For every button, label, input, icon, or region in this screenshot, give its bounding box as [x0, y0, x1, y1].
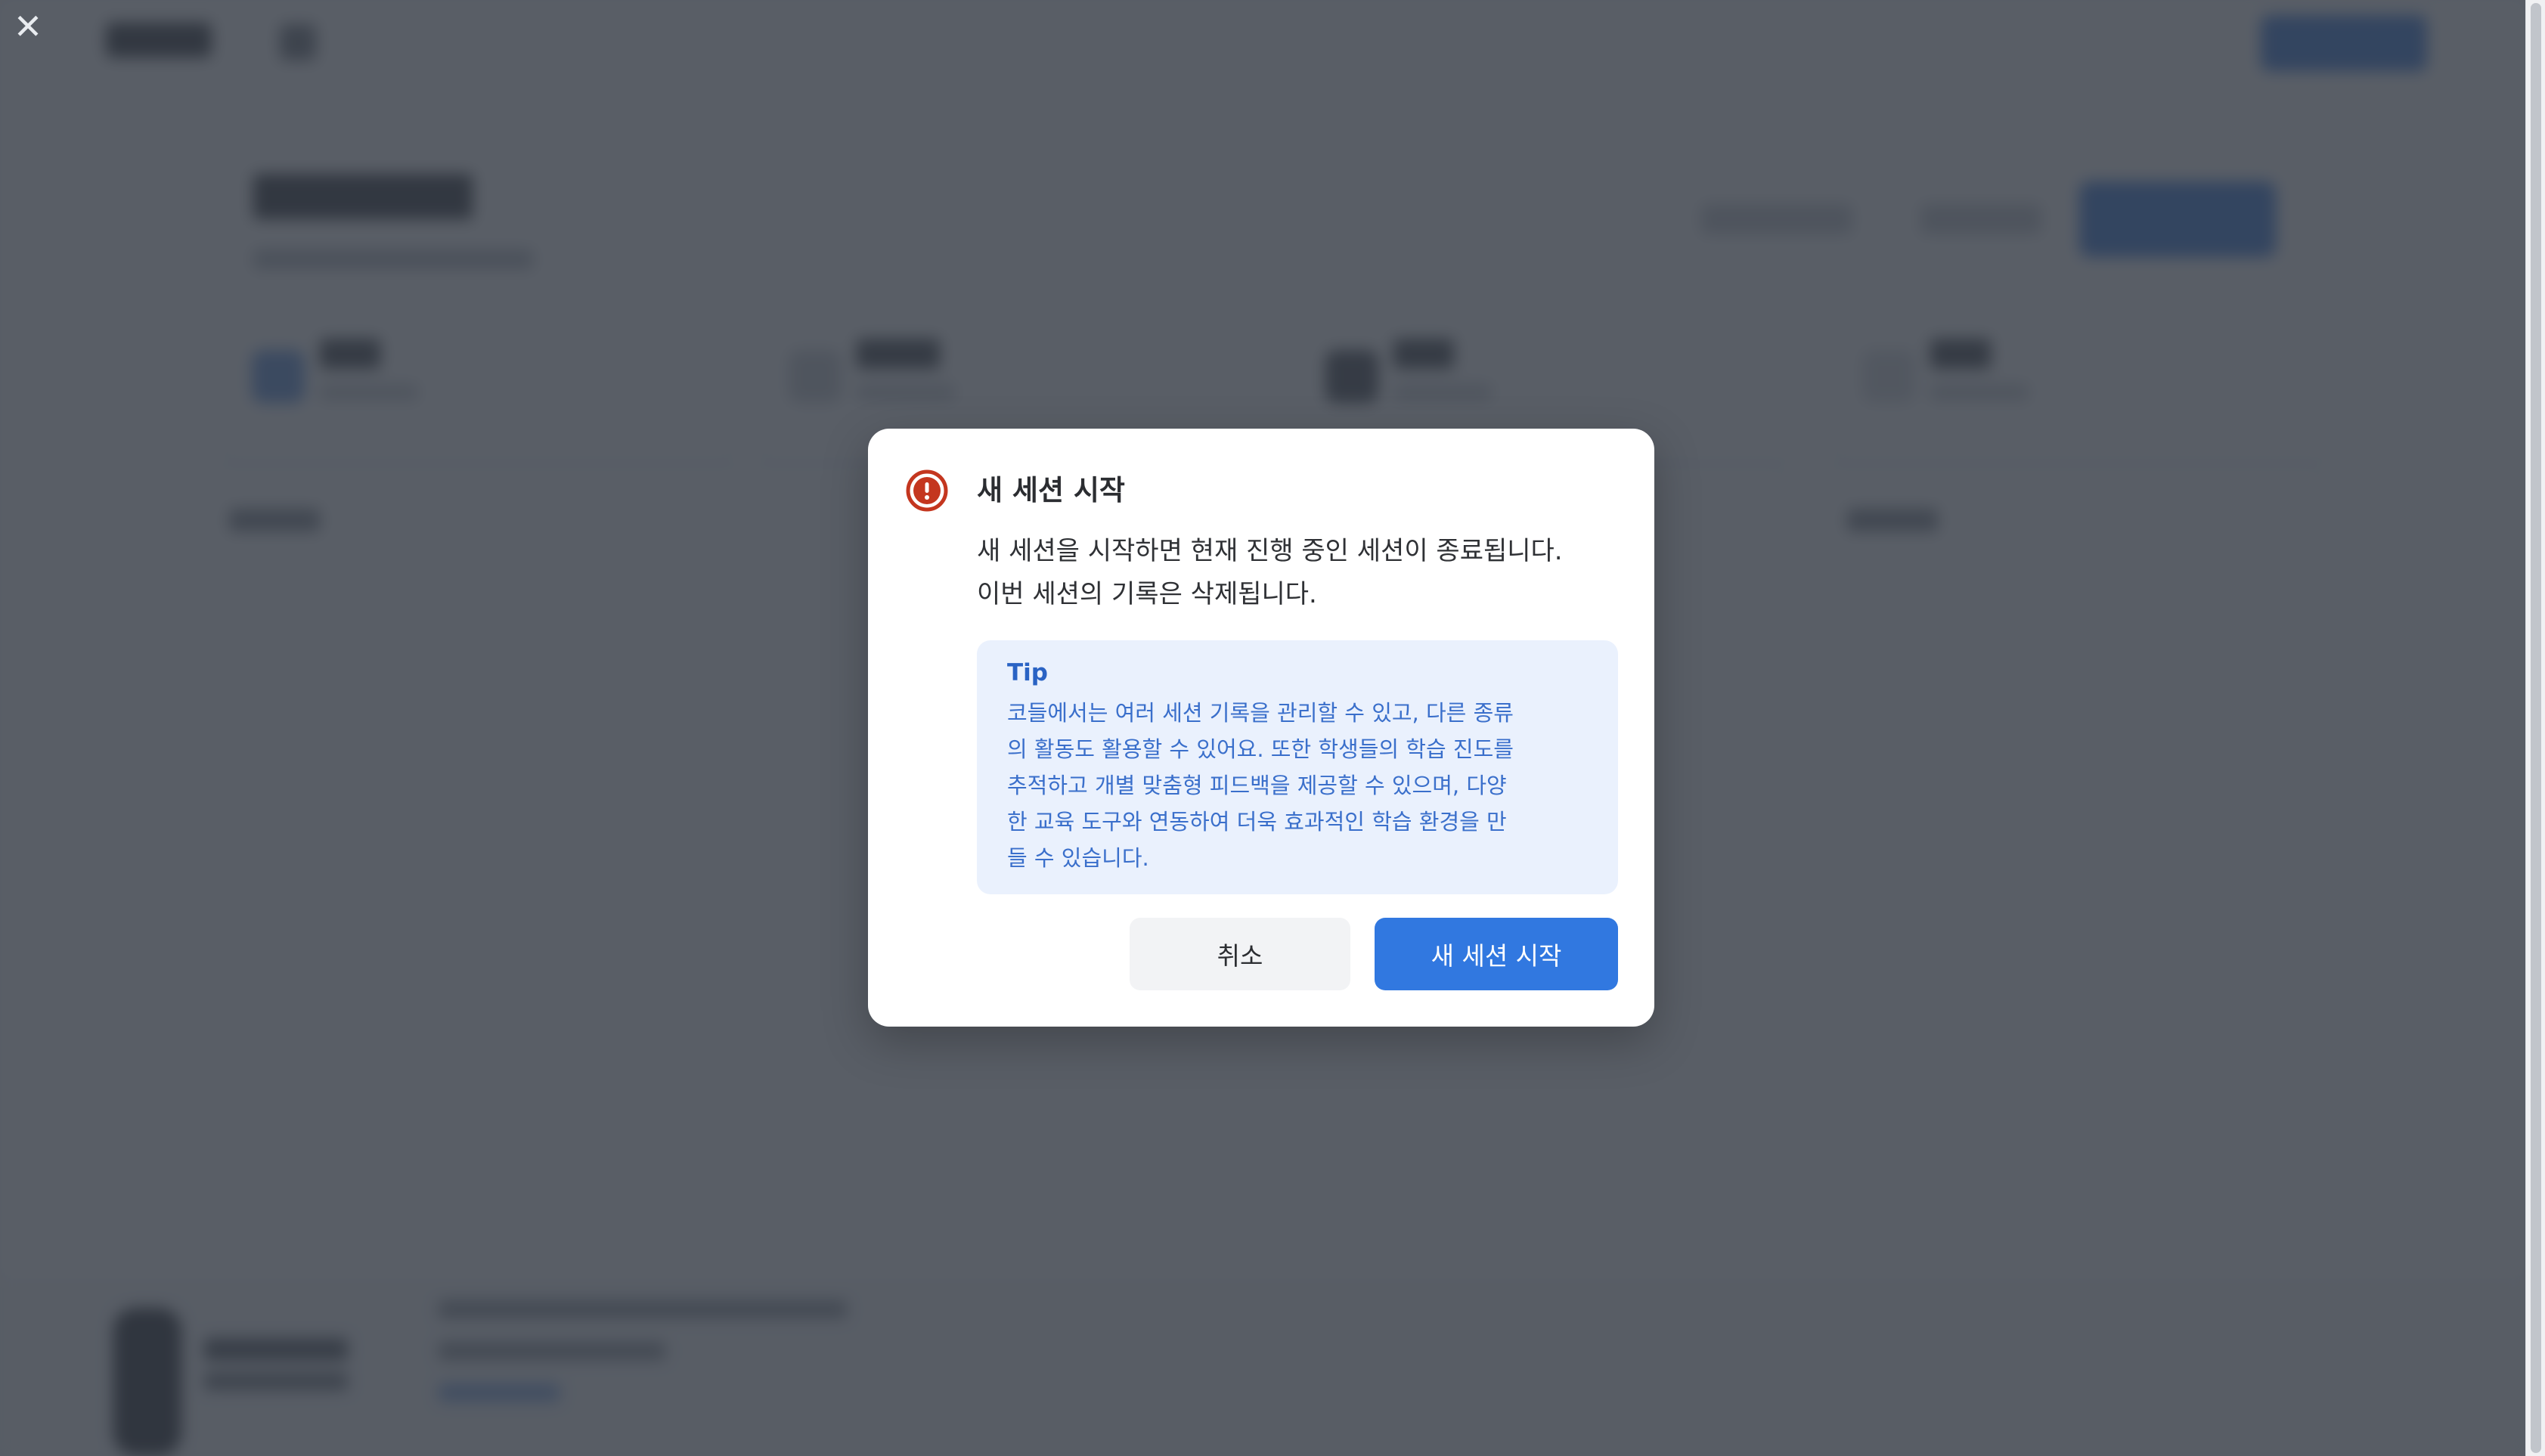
dialog-message-line: 이번 세션의 기록은 삭제됩니다.	[977, 579, 1317, 609]
new-session-dialog: 새 세션 시작 새 세션을 시작하면 현재 진행 중인 세션이 종료됩니다. 이…	[868, 429, 1654, 1027]
page-scrollbar[interactable]	[2525, 0, 2545, 1456]
cancel-button[interactable]: 취소	[1130, 918, 1350, 990]
tip-box: Tip 코들에서는 여러 세션 기록을 관리할 수 있고, 다른 종류 의 활동…	[977, 640, 1618, 894]
scrollbar-thumb[interactable]	[2531, 3, 2541, 1453]
dialog-message-line: 새 세션을 시작하면 현재 진행 중인 세션이 종료됩니다.	[977, 536, 1563, 566]
tip-line: 한 교육 도구와 연동하여 더욱 효과적인 학습 환경을 만	[1007, 809, 1507, 835]
start-new-session-button[interactable]: 새 세션 시작	[1375, 918, 1618, 990]
tip-line: 코들에서는 여러 세션 기록을 관리할 수 있고, 다른 종류	[1007, 700, 1514, 726]
tip-line: 들 수 있습니다.	[1007, 845, 1149, 871]
tip-line: 추적하고 개별 맞춤형 피드백을 제공할 수 있으며, 다양	[1007, 773, 1507, 798]
tip-title: Tip	[1007, 659, 1048, 686]
close-icon[interactable]: ✕	[11, 9, 45, 44]
dialog-message: 새 세션을 시작하면 현재 진행 중인 세션이 종료됩니다. 이번 세션의 기록…	[977, 530, 1627, 616]
alert-circle-icon	[906, 469, 948, 512]
tip-body: 코들에서는 여러 세션 기록을 관리할 수 있고, 다른 종류 의 활동도 활용…	[1007, 695, 1551, 876]
dialog-title: 새 세션 시작	[977, 474, 1125, 507]
tip-line: 의 활동도 활용할 수 있어요. 또한 학생들의 학습 진도를	[1007, 736, 1514, 762]
